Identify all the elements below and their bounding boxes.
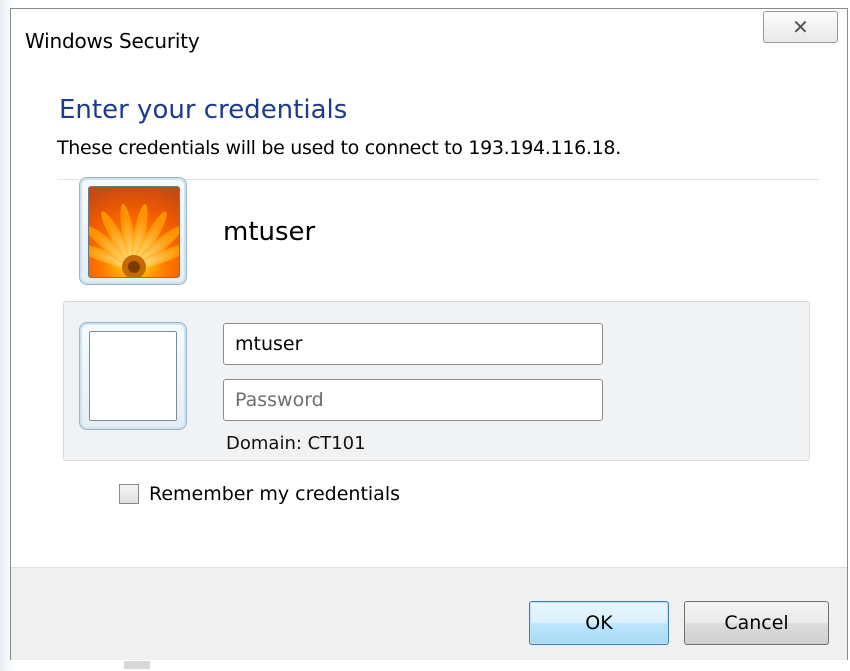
username-input[interactable]: mtuser	[223, 323, 603, 365]
title-bar: Windows Security ✕	[11, 9, 847, 57]
remember-checkbox[interactable]	[119, 484, 139, 504]
description-text: These credentials will be used to connec…	[57, 137, 621, 159]
page-title: Enter your credentials	[59, 95, 348, 125]
saved-credential-tile[interactable]	[79, 177, 187, 285]
ok-button[interactable]: OK	[529, 601, 669, 645]
password-input[interactable]: Password	[223, 379, 603, 421]
background-fragment	[124, 661, 150, 669]
button-bar: OK Cancel	[11, 567, 847, 660]
blank-user-tile-icon	[89, 331, 177, 421]
saved-user-name[interactable]: mtuser	[223, 217, 315, 247]
remember-label[interactable]: Remember my credentials	[149, 483, 400, 505]
cancel-button[interactable]: Cancel	[684, 601, 829, 645]
domain-label: Domain: CT101	[226, 433, 366, 454]
flower-avatar-icon	[88, 186, 180, 278]
windows-security-dialog: Windows Security ✕ Enter your credential…	[10, 8, 848, 660]
credential-user-tile	[79, 322, 187, 430]
close-button[interactable]: ✕	[763, 11, 838, 43]
remember-credentials-row[interactable]: Remember my credentials	[119, 481, 400, 507]
window-title: Windows Security	[25, 29, 200, 53]
close-icon: ✕	[792, 15, 809, 39]
